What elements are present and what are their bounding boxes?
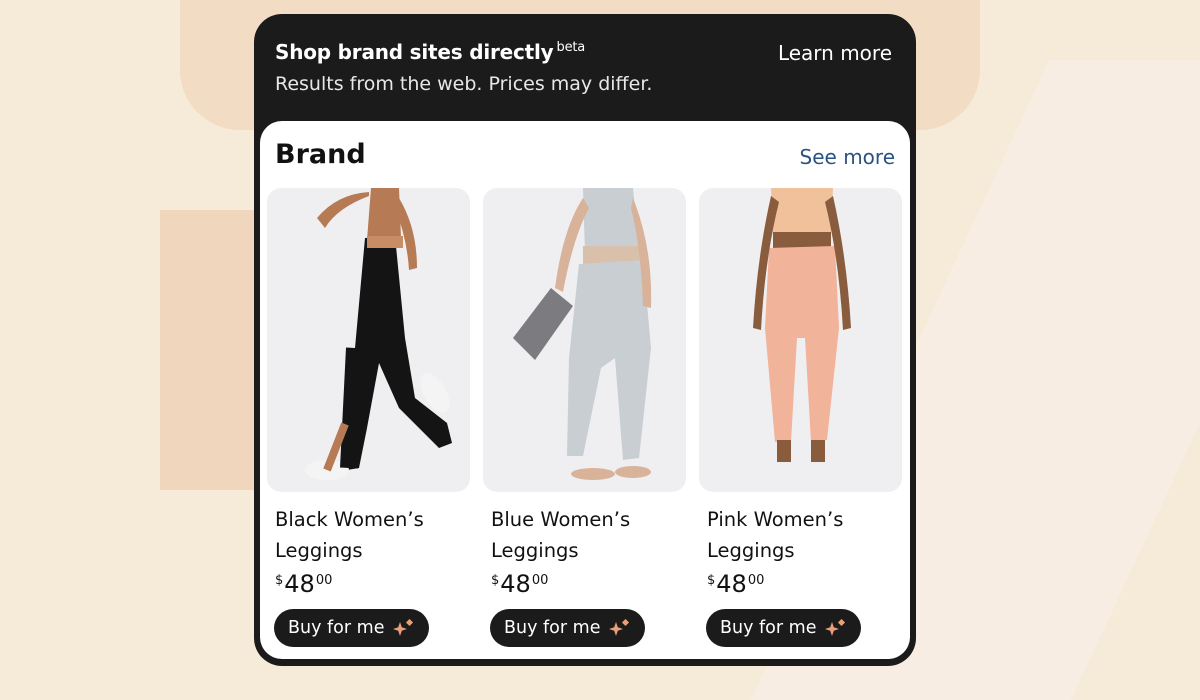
sparkle-icon <box>608 619 630 637</box>
buy-for-me-button[interactable]: Buy for me <box>274 609 429 647</box>
product-name[interactable]: Black Women’s Leggings <box>275 504 465 566</box>
product-price: $4800 <box>275 570 333 598</box>
card-title: Shop brand sites directly beta <box>275 40 586 64</box>
model-blue-figure <box>513 188 652 480</box>
product-image[interactable] <box>699 188 902 492</box>
learn-more-link[interactable]: Learn more <box>778 41 892 65</box>
runner-figure <box>305 188 452 480</box>
buy-for-me-button[interactable]: Buy for me <box>490 609 645 647</box>
product-card[interactable]: Blue Women’s Leggings $4800 Buy for me <box>483 188 686 647</box>
product-price: $4800 <box>491 570 549 598</box>
model-pink-figure <box>753 188 851 462</box>
product-image[interactable] <box>267 188 470 492</box>
see-more-link[interactable]: See more <box>800 145 895 169</box>
sparkle-icon <box>824 619 846 637</box>
product-image[interactable] <box>483 188 686 492</box>
results-panel: Brand See more Black Women’s Leggings $4… <box>260 121 910 659</box>
buy-for-me-button[interactable]: Buy for me <box>706 609 861 647</box>
brand-heading: Brand <box>275 139 366 170</box>
beta-badge: beta <box>556 40 586 56</box>
card-subtitle: Results from the web. Prices may differ. <box>275 73 653 95</box>
product-card[interactable]: Pink Women’s Leggings $4800 Buy for me <box>699 188 902 647</box>
product-name[interactable]: Pink Women’s Leggings <box>707 504 897 566</box>
brand-sites-card: Shop brand sites directly beta Learn more… <box>254 14 916 666</box>
sparkle-icon <box>392 619 414 637</box>
product-list: Black Women’s Leggings $4800 Buy for me <box>267 188 902 647</box>
product-price: $4800 <box>707 570 765 598</box>
product-card[interactable]: Black Women’s Leggings $4800 Buy for me <box>267 188 470 647</box>
product-name[interactable]: Blue Women’s Leggings <box>491 504 681 566</box>
